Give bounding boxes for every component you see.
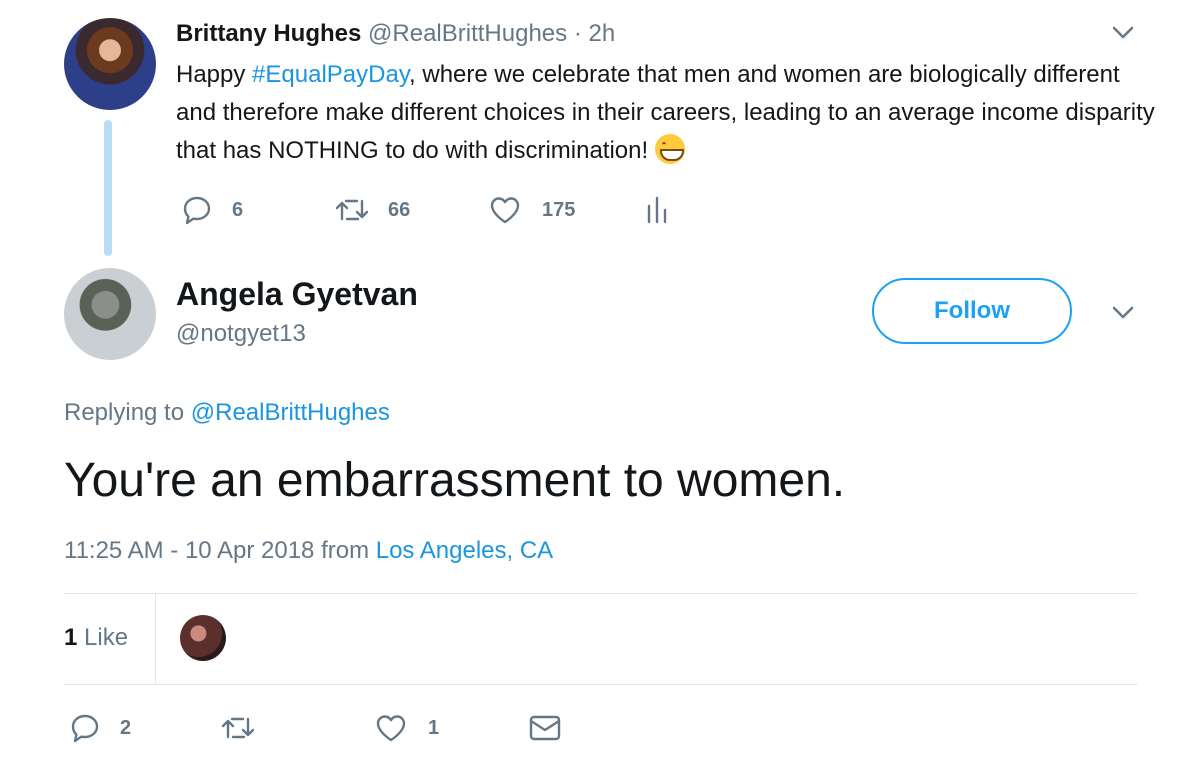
replying-to-mention[interactable]: @RealBrittHughes	[191, 399, 390, 426]
parent-like-count: 175	[542, 198, 576, 221]
retweet-icon	[335, 199, 369, 221]
parent-author-name[interactable]: Brittany Hughes	[176, 20, 361, 47]
parent-retweet-count: 66	[388, 198, 411, 221]
parent-caret-icon[interactable]	[1112, 26, 1134, 45]
main-retweet-action[interactable]	[220, 708, 256, 748]
like-stats-label: Like	[77, 624, 129, 651]
heart-icon	[376, 715, 406, 742]
divider-bottom	[64, 684, 1138, 685]
avatar-angela-gyetvan[interactable]	[64, 268, 156, 360]
parent-separator: ·	[573, 20, 582, 47]
parent-time[interactable]: 2h	[589, 20, 616, 47]
thread-line	[104, 120, 112, 256]
tweet-timestamp[interactable]: 11:25 AM - 10 Apr 2018 from	[64, 537, 376, 564]
liker-avatar[interactable]	[180, 615, 226, 661]
main-author-name[interactable]: Angela Gyetvan	[176, 276, 418, 312]
main-dm-action[interactable]	[528, 708, 562, 748]
parent-analytics-action[interactable]	[646, 192, 668, 228]
parent-reply-count: 6	[232, 198, 244, 221]
main-reply-action[interactable]: 2	[68, 708, 131, 748]
divider-top	[64, 593, 1138, 594]
replying-to: Replying to @RealBrittHughes	[64, 398, 390, 428]
main-like-action[interactable]: 1	[374, 708, 439, 748]
main-author-handle[interactable]: @notgyet13	[176, 320, 306, 348]
parent-author-handle[interactable]: @RealBrittHughes	[368, 20, 567, 47]
replying-prefix: Replying to	[64, 399, 191, 426]
main-like-count: 1	[428, 716, 440, 739]
parent-tweet-header: Brittany Hughes @RealBrittHughes · 2h	[176, 20, 615, 48]
avatar-brittany-hughes[interactable]	[64, 18, 156, 110]
parent-text-before: Happy	[176, 61, 253, 88]
like-stats-count: 1	[64, 624, 78, 651]
heart-icon	[490, 197, 520, 224]
parent-reply-action[interactable]: 6	[180, 192, 243, 228]
stats-vertical-divider	[155, 594, 156, 684]
reply-icon	[183, 196, 211, 225]
reply-icon	[71, 714, 99, 743]
parent-like-action[interactable]: 175	[488, 192, 575, 228]
envelope-icon	[529, 715, 561, 741]
hashtag-link[interactable]: #EqualPayDay	[252, 61, 409, 88]
main-reply-count: 2	[120, 716, 132, 739]
follow-button[interactable]: Follow	[872, 278, 1072, 344]
analytics-icon	[647, 196, 667, 224]
main-caret-icon[interactable]	[1112, 306, 1134, 325]
tweet-meta: 11:25 AM - 10 Apr 2018 from Los Angeles,…	[64, 536, 553, 566]
parent-tweet-text: Happy #EqualPayDay, where we celebrate t…	[176, 56, 1156, 170]
parent-retweet-action[interactable]: 66	[334, 192, 410, 228]
like-stats[interactable]: 1 Like	[64, 624, 128, 652]
tweet-location[interactable]: Los Angeles, CA	[376, 537, 553, 564]
main-tweet-text: You're an embarrassment to women.	[64, 454, 846, 507]
retweet-icon	[221, 717, 255, 739]
grinning-face-emoji-icon	[654, 134, 685, 164]
